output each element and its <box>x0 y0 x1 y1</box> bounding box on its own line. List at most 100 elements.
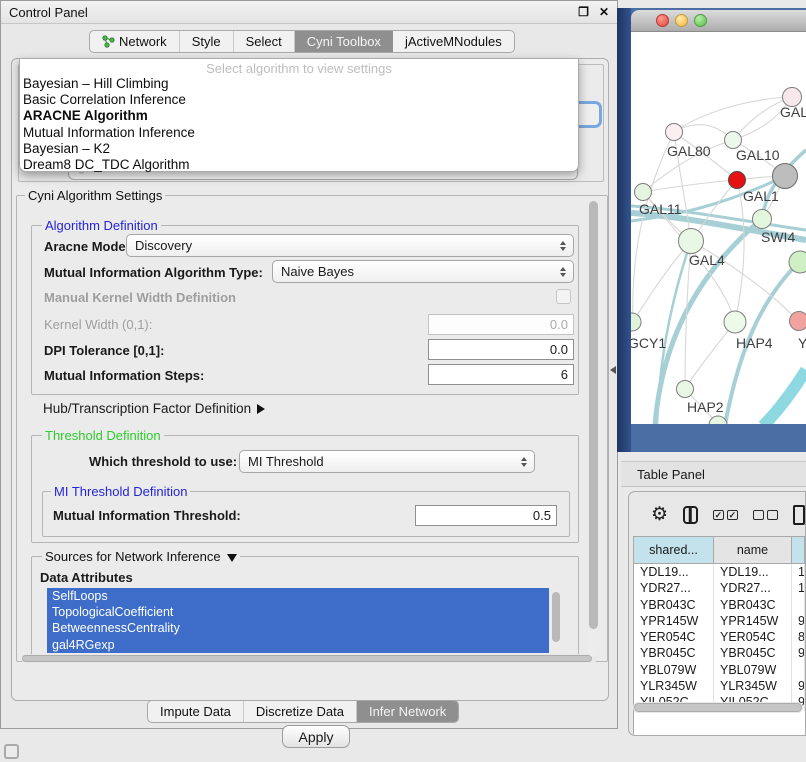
mi-threshold-input[interactable]: 0.5 <box>415 505 557 526</box>
mi-threshold-definition-group: MI Threshold Definition Mutual Informati… <box>42 491 570 537</box>
column-header-cut[interactable] <box>792 537 805 563</box>
node-label-gal11: GAL11 <box>639 201 682 217</box>
cell: 12 <box>792 580 805 596</box>
network-canvas[interactable]: GAL GAL80 GAL10 GAL1 GAL11 SWI4 GAL4 GCY… <box>631 32 806 424</box>
attributes-list-scrollbar[interactable] <box>551 590 561 653</box>
table-row[interactable]: YBR043CYBR043C <box>634 597 805 613</box>
dropdown-item[interactable]: Dream8 DC_TDC Algorithm <box>20 157 578 173</box>
close-window-icon[interactable]: ✕ <box>599 5 609 19</box>
zoom-traffic-light-icon[interactable] <box>694 14 707 27</box>
dpi-tolerance-input[interactable]: 0.0 <box>428 339 574 360</box>
cell: YLR345W <box>714 678 792 694</box>
kernel-width-input[interactable]: 0.0 <box>428 314 574 335</box>
tab-network[interactable]: Network <box>90 31 180 52</box>
node-gcy1[interactable] <box>631 313 641 331</box>
dropdown-placeholder: Select algorithm to view settings <box>20 61 578 76</box>
dropdown-item[interactable]: Bayesian – Hill Climbing <box>20 76 578 92</box>
node-gal11[interactable] <box>635 184 652 201</box>
mi-algorithm-type-combobox[interactable]: Naive Bayes <box>272 260 574 283</box>
table-row[interactable]: YBL079WYBL079W <box>634 662 805 678</box>
table-panel: ⚙ ✓ ✓ shared... name YDL19...YDL19...13 … <box>628 491 806 736</box>
close-traffic-light-icon[interactable] <box>656 14 669 27</box>
checked-box-icon: ✓ <box>727 510 738 520</box>
manual-kernel-width-checkbox[interactable] <box>556 289 571 304</box>
column-header-shared[interactable]: shared... <box>634 537 714 563</box>
tab-infer-network[interactable]: Infer Network <box>357 701 458 722</box>
minimize-traffic-light-icon[interactable] <box>675 14 688 27</box>
columns-icon[interactable] <box>683 506 698 524</box>
which-threshold-combobox[interactable]: MI Threshold <box>239 450 535 473</box>
node-right-green[interactable] <box>789 251 806 273</box>
aracne-mode-label: Aracne Mode: <box>44 239 130 254</box>
node-gal4[interactable] <box>679 229 704 254</box>
cell <box>792 597 805 613</box>
tab-select[interactable]: Select <box>234 31 295 52</box>
network-window-frame <box>617 8 631 452</box>
tab-label: Impute Data <box>160 704 231 719</box>
expand-arrow-icon[interactable] <box>257 404 265 414</box>
apply-button[interactable]: Apply <box>282 725 350 748</box>
list-item[interactable]: TopologicalCoefficient <box>47 604 549 620</box>
node-gal80[interactable] <box>666 124 683 141</box>
splitpane-collapse-arrow-icon[interactable] <box>610 366 616 374</box>
settings-vertical-scrollbar[interactable] <box>588 199 599 657</box>
table-horizontal-scrollbar[interactable] <box>633 702 803 713</box>
tab-discretize-data[interactable]: Discretize Data <box>244 701 357 722</box>
select-all-columns-icon[interactable]: ✓ ✓ <box>713 510 738 520</box>
tab-impute-data[interactable]: Impute Data <box>148 701 244 722</box>
table-row[interactable]: YPR145WYPR145W9. <box>634 613 805 629</box>
corner-grip-button[interactable] <box>4 744 19 759</box>
mi-steps-label: Mutual Information Steps: <box>44 368 204 383</box>
node-gray[interactable] <box>773 164 798 189</box>
dropdown-item[interactable]: Basic Correlation Inference <box>20 92 578 108</box>
hub-definition-label: Hub/Transcription Factor Definition <box>43 401 251 416</box>
file-icon[interactable] <box>793 505 805 525</box>
tab-style[interactable]: Style <box>180 31 234 52</box>
node-swi4[interactable] <box>753 210 772 229</box>
settings-horizontal-scrollbar[interactable] <box>21 654 597 663</box>
node-hap2[interactable] <box>677 381 694 398</box>
node-salmon[interactable] <box>790 312 806 331</box>
node-gal1-red[interactable] <box>729 172 746 189</box>
cell: 13 <box>792 564 805 580</box>
dropdown-item[interactable]: Bayesian – K2 <box>20 141 578 157</box>
which-threshold-label: Which threshold to use: <box>89 454 237 469</box>
table-row[interactable]: YDR27...YDR27...12 <box>634 580 805 596</box>
thick-teal-edge <box>763 370 806 424</box>
cell: 8. <box>792 629 805 645</box>
collapse-arrow-icon[interactable] <box>227 554 237 562</box>
network-tab-icon <box>102 35 115 48</box>
node-label-hap2: HAP2 <box>687 399 724 415</box>
node-gal10[interactable] <box>725 132 742 149</box>
hub-definition-toggle[interactable]: Hub/Transcription Factor Definition <box>43 401 265 416</box>
aracne-mode-combobox[interactable]: Discovery <box>126 234 574 257</box>
table-row[interactable]: YLR345WYLR345W9. <box>634 678 805 694</box>
node-label-swi4: SWI4 <box>761 229 795 245</box>
combobox-value: Discovery <box>135 238 192 253</box>
table-row[interactable]: YER054CYER054C8. <box>634 629 805 645</box>
list-item[interactable]: BetweennessCentrality <box>47 620 549 636</box>
deselect-all-columns-icon[interactable] <box>753 510 778 520</box>
tab-label: jActiveMNodules <box>405 34 502 49</box>
tab-cyni-toolbox[interactable]: Cyni Toolbox <box>295 31 393 52</box>
tab-jactivemnodules[interactable]: jActiveMNodules <box>393 31 514 52</box>
list-item[interactable]: gal4RGexp <box>47 637 549 653</box>
mi-steps-input[interactable]: 6 <box>428 364 574 385</box>
network-view-window: GAL GAL80 GAL10 GAL1 GAL11 SWI4 GAL4 GCY… <box>617 8 806 452</box>
gear-icon[interactable]: ⚙ <box>651 505 668 525</box>
column-header-name[interactable]: name <box>714 537 792 563</box>
dropdown-item[interactable]: Mutual Information Inference <box>20 125 578 141</box>
cell: YDR27... <box>634 580 714 596</box>
float-window-icon[interactable]: ❐ <box>578 5 589 19</box>
list-item[interactable]: SelfLoops <box>47 588 549 604</box>
manual-kernel-width-label: Manual Kernel Width Definition <box>44 290 236 305</box>
network-window-titlebar[interactable] <box>631 10 806 32</box>
table-row[interactable]: YBR045CYBR045C9. <box>634 645 805 661</box>
algorithm-definition-group: Algorithm Definition Aracne Mode: Discov… <box>31 225 579 395</box>
table-row[interactable]: YDL19...YDL19...13 <box>634 564 805 580</box>
node-hap4[interactable] <box>724 311 746 333</box>
cell: YBL079W <box>634 662 714 678</box>
cell: YDL19... <box>714 564 792 580</box>
dropdown-item-selected[interactable]: ARACNE Algorithm <box>20 108 578 124</box>
tab-label: Discretize Data <box>256 704 344 719</box>
